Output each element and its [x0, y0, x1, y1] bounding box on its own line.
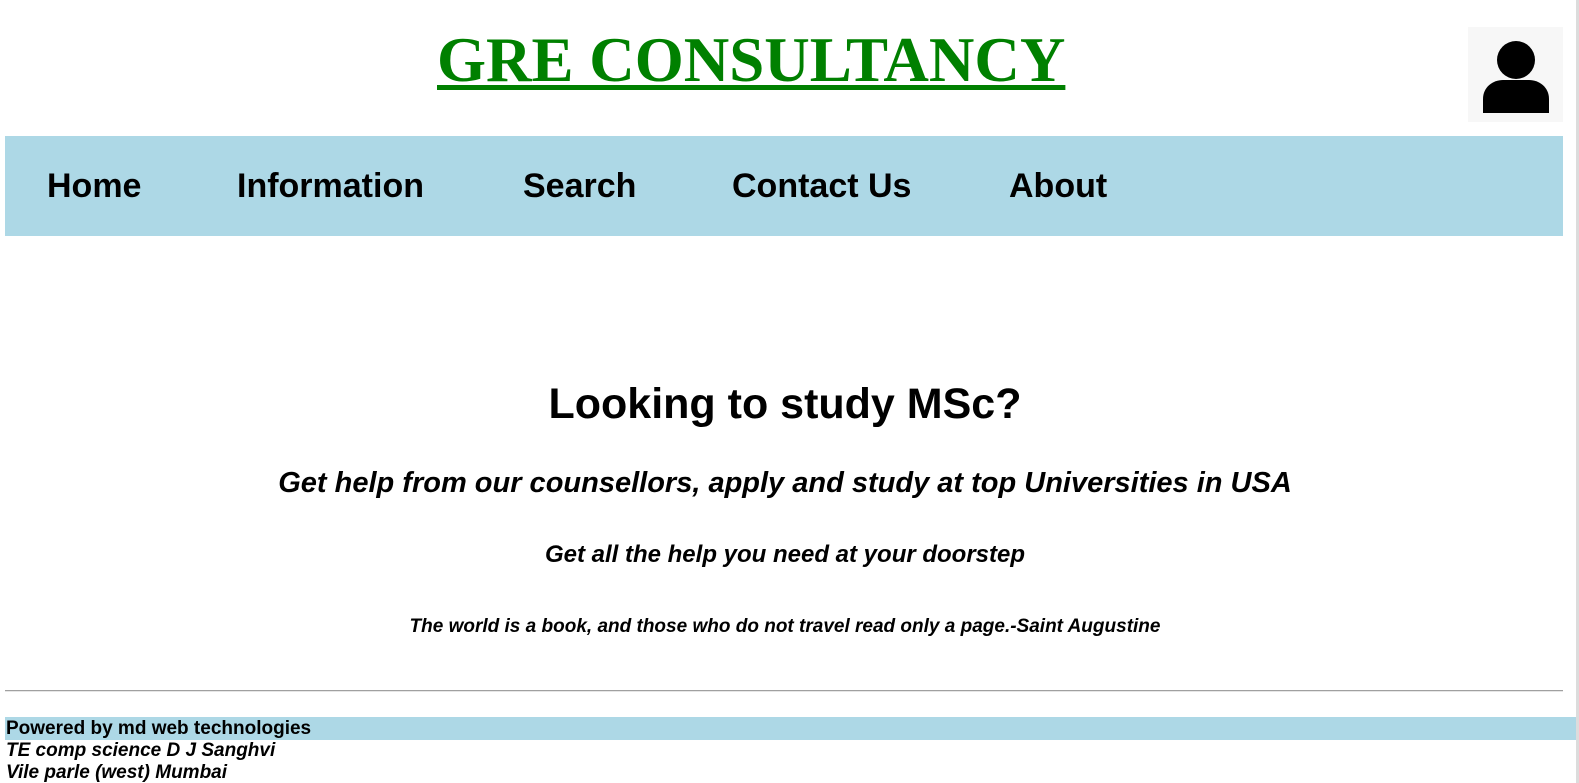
hero-quote: The world is a book, and those who do no…: [409, 616, 1161, 637]
nav-about[interactable]: About: [1009, 166, 1107, 206]
footer-address-line-1: TE comp science D J Sanghvi: [6, 740, 276, 761]
user-icon: [1482, 40, 1549, 113]
hero-tagline: Get all the help you need at your doorst…: [544, 541, 1026, 568]
main-navbar: Home Information Search Contact Us About: [5, 136, 1563, 236]
nav-contact-us[interactable]: Contact Us: [732, 166, 911, 206]
user-avatar[interactable]: [1468, 27, 1563, 122]
footer-bar: Powered by md web technologies: [5, 717, 1579, 740]
nav-information[interactable]: Information: [237, 166, 424, 206]
nav-home[interactable]: Home: [47, 166, 141, 206]
page: GRE CONSULTANCY Home Information Search …: [0, 0, 1579, 783]
footer-address-line-2: Vile parle (west) Mumbai: [6, 762, 228, 783]
hero-subtitle: Get help from our counsellors, apply and…: [278, 467, 1292, 499]
footer-divider: [5, 690, 1563, 692]
hero-title: Looking to study MSc?: [548, 380, 1022, 428]
nav-search[interactable]: Search: [523, 166, 636, 206]
footer-powered-by: Powered by md web technologies: [6, 718, 312, 739]
site-title: GRE CONSULTANCY: [437, 25, 1066, 95]
